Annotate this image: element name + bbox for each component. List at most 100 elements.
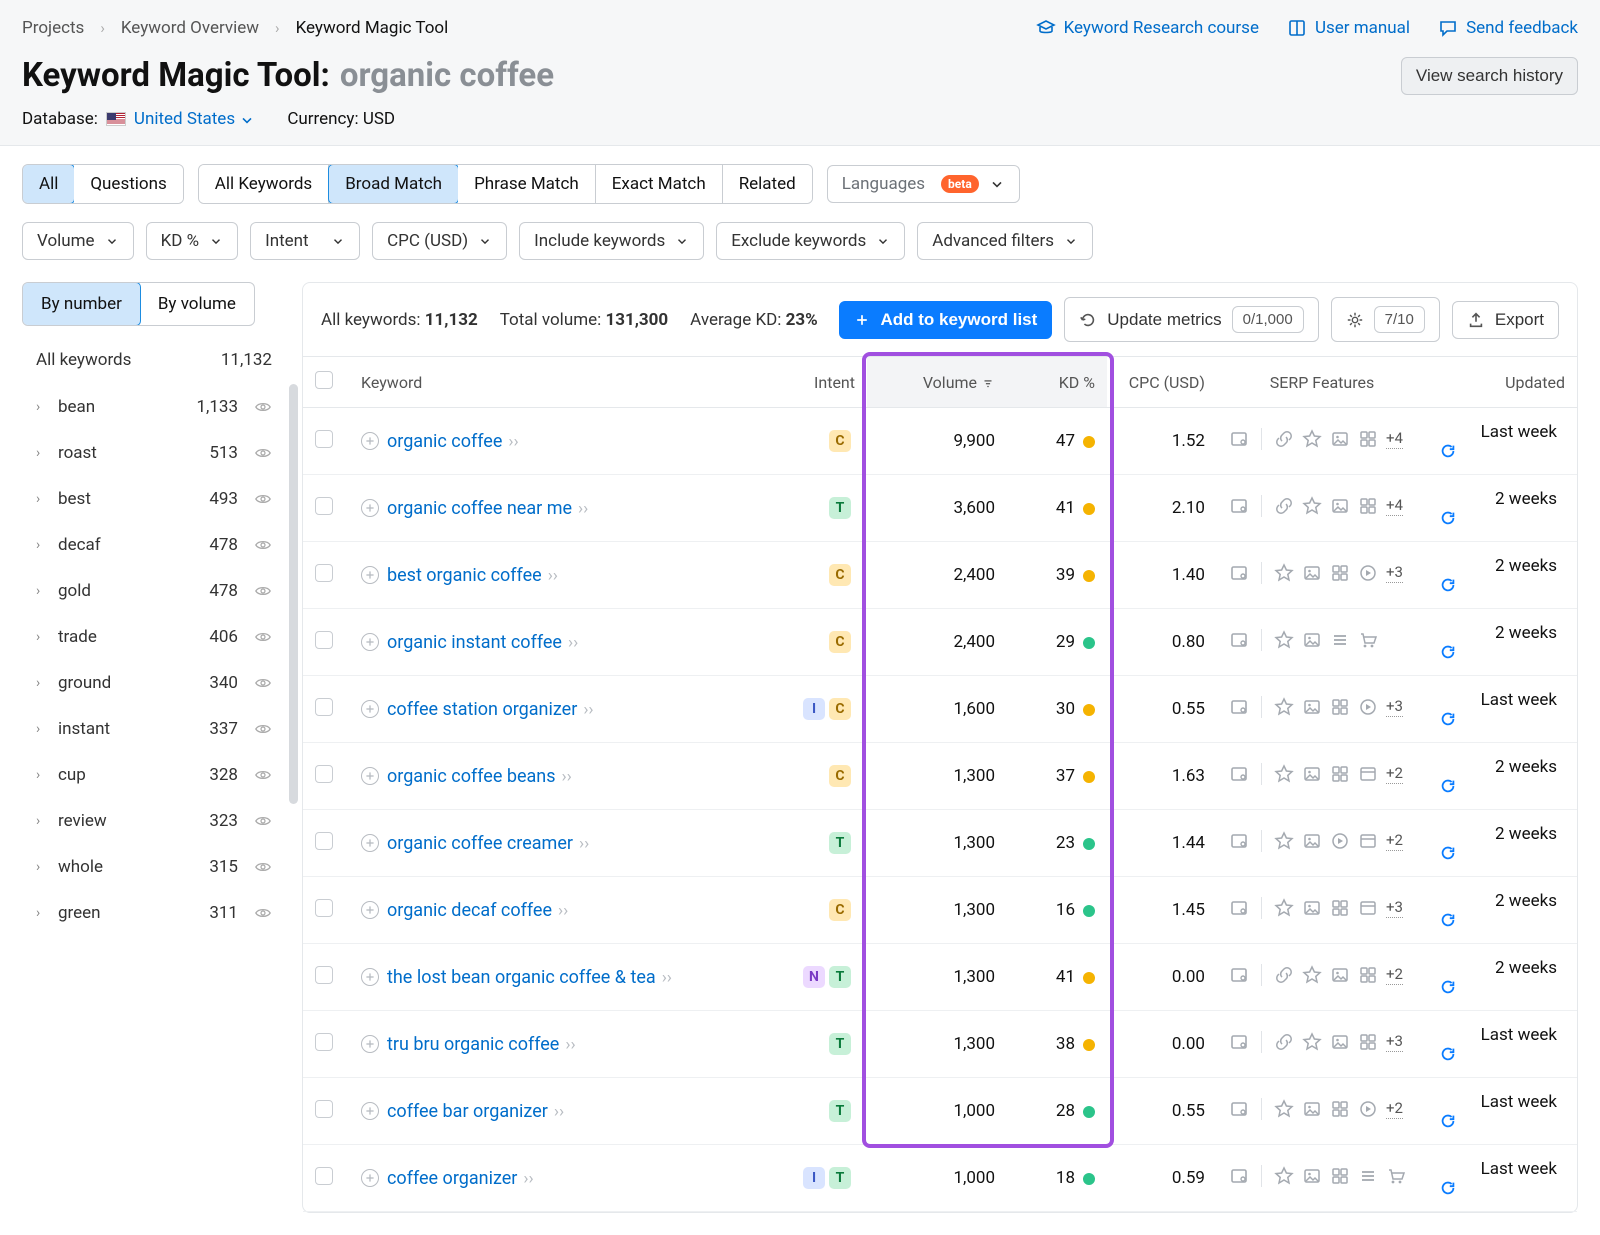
add-keyword-icon[interactable] xyxy=(361,499,379,517)
row-checkbox[interactable] xyxy=(315,497,333,515)
row-checkbox[interactable] xyxy=(315,765,333,783)
row-checkbox[interactable] xyxy=(315,966,333,984)
user-manual-link[interactable]: User manual xyxy=(1287,18,1410,38)
sidebar-scrollbar[interactable] xyxy=(289,384,298,804)
view-search-history-button[interactable]: View search history xyxy=(1401,57,1578,95)
refresh-row-icon[interactable] xyxy=(1439,1179,1565,1197)
serp-box-icon[interactable] xyxy=(1229,697,1249,717)
sidebar-group-item[interactable]: › cup 328 xyxy=(22,752,282,798)
col-serp[interactable]: SERP Features xyxy=(1217,357,1427,408)
cpc-filter[interactable]: CPC (USD) xyxy=(372,222,507,260)
row-checkbox[interactable] xyxy=(315,631,333,649)
include-keywords-filter[interactable]: Include keywords xyxy=(519,222,704,260)
keyword-link[interactable]: organic decaf coffee xyxy=(387,900,552,921)
sidebar-group-item[interactable]: › bean 1,133 xyxy=(22,384,282,430)
row-checkbox[interactable] xyxy=(315,1167,333,1185)
add-keyword-icon[interactable] xyxy=(361,1035,379,1053)
add-keyword-icon[interactable] xyxy=(361,767,379,785)
exclude-keywords-filter[interactable]: Exclude keywords xyxy=(716,222,905,260)
serp-box-icon[interactable] xyxy=(1229,429,1249,449)
row-checkbox[interactable] xyxy=(315,564,333,582)
serp-box-icon[interactable] xyxy=(1229,1032,1249,1052)
refresh-row-icon[interactable] xyxy=(1439,844,1565,862)
row-checkbox[interactable] xyxy=(315,430,333,448)
serp-more[interactable]: +4 xyxy=(1386,496,1403,516)
add-keyword-icon[interactable] xyxy=(361,700,379,718)
serp-box-icon[interactable] xyxy=(1229,563,1249,583)
sidebar-group-item[interactable]: › best 493 xyxy=(22,476,282,522)
row-checkbox[interactable] xyxy=(315,1100,333,1118)
keyword-link[interactable]: coffee organizer xyxy=(387,1168,517,1189)
serp-more[interactable]: +4 xyxy=(1386,429,1403,449)
serp-more[interactable]: +3 xyxy=(1386,898,1403,918)
add-keyword-icon[interactable] xyxy=(361,1102,379,1120)
refresh-row-icon[interactable] xyxy=(1439,710,1565,728)
keyword-link[interactable]: organic coffee xyxy=(387,431,502,452)
keyword-link[interactable]: organic coffee creamer xyxy=(387,833,573,854)
tab-exact-match[interactable]: Exact Match xyxy=(596,165,723,203)
advanced-filters[interactable]: Advanced filters xyxy=(917,222,1093,260)
row-checkbox[interactable] xyxy=(315,1033,333,1051)
col-updated[interactable]: Updated xyxy=(1427,357,1577,408)
columns-settings-button[interactable]: 7/10 xyxy=(1331,297,1440,342)
send-feedback-link[interactable]: Send feedback xyxy=(1438,18,1578,38)
kd-filter[interactable]: KD % xyxy=(146,222,239,260)
serp-box-icon[interactable] xyxy=(1229,1099,1249,1119)
serp-more[interactable]: +2 xyxy=(1386,764,1403,784)
intent-filter[interactable]: Intent xyxy=(250,222,360,260)
col-keyword[interactable]: Keyword xyxy=(349,357,777,408)
breadcrumb-projects[interactable]: Projects xyxy=(22,18,84,38)
tab-phrase-match[interactable]: Phrase Match xyxy=(458,165,596,203)
languages-select[interactable]: Languages beta xyxy=(827,165,1020,203)
row-checkbox[interactable] xyxy=(315,899,333,917)
row-checkbox[interactable] xyxy=(315,832,333,850)
keyword-link[interactable]: coffee station organizer xyxy=(387,699,577,720)
serp-box-icon[interactable] xyxy=(1229,965,1249,985)
keyword-research-course-link[interactable]: Keyword Research course xyxy=(1036,18,1259,38)
tab-broad-match[interactable]: Broad Match xyxy=(328,164,459,204)
serp-box-icon[interactable] xyxy=(1229,1166,1249,1186)
refresh-row-icon[interactable] xyxy=(1439,509,1565,527)
col-intent[interactable]: Intent xyxy=(777,357,867,408)
serp-more[interactable]: +3 xyxy=(1386,563,1403,583)
tab-all[interactable]: All xyxy=(22,164,75,204)
sidebar-group-item[interactable]: › ground 340 xyxy=(22,660,282,706)
database-select[interactable]: United States xyxy=(134,109,255,129)
serp-more[interactable]: +2 xyxy=(1386,965,1403,985)
serp-more[interactable]: +2 xyxy=(1386,831,1403,851)
serp-box-icon[interactable] xyxy=(1229,496,1249,516)
keyword-link[interactable]: coffee bar organizer xyxy=(387,1101,548,1122)
refresh-row-icon[interactable] xyxy=(1439,643,1565,661)
breadcrumb-overview[interactable]: Keyword Overview xyxy=(121,18,259,38)
refresh-row-icon[interactable] xyxy=(1439,442,1565,460)
add-keyword-icon[interactable] xyxy=(361,834,379,852)
sidebar-group-item[interactable]: › review 323 xyxy=(22,798,282,844)
tab-related[interactable]: Related xyxy=(723,165,812,203)
serp-box-icon[interactable] xyxy=(1229,630,1249,650)
tab-questions[interactable]: Questions xyxy=(74,165,182,203)
col-cpc[interactable]: CPC (USD) xyxy=(1107,357,1217,408)
refresh-row-icon[interactable] xyxy=(1439,911,1565,929)
keyword-link[interactable]: tru bru organic coffee xyxy=(387,1034,559,1055)
keyword-link[interactable]: the lost bean organic coffee & tea xyxy=(387,967,656,988)
sidebar-group-item[interactable]: › green 311 xyxy=(22,890,282,936)
sidebar-by-volume[interactable]: By volume xyxy=(140,283,254,325)
keyword-link[interactable]: best organic coffee xyxy=(387,565,542,586)
add-keyword-icon[interactable] xyxy=(361,968,379,986)
sidebar-group-item[interactable]: › gold 478 xyxy=(22,568,282,614)
sidebar-group-item[interactable]: › decaf 478 xyxy=(22,522,282,568)
refresh-row-icon[interactable] xyxy=(1439,576,1565,594)
add-keyword-icon[interactable] xyxy=(361,1169,379,1187)
sidebar-group-item[interactable]: › roast 513 xyxy=(22,430,282,476)
sidebar-by-number[interactable]: By number xyxy=(22,282,141,326)
keyword-link[interactable]: organic instant coffee xyxy=(387,632,562,653)
serp-box-icon[interactable] xyxy=(1229,898,1249,918)
add-keyword-icon[interactable] xyxy=(361,901,379,919)
select-all-checkbox[interactable] xyxy=(315,371,333,389)
add-keyword-icon[interactable] xyxy=(361,432,379,450)
refresh-row-icon[interactable] xyxy=(1439,1045,1565,1063)
export-button[interactable]: Export xyxy=(1452,301,1559,339)
sidebar-group-item[interactable]: › instant 337 xyxy=(22,706,282,752)
add-keyword-icon[interactable] xyxy=(361,566,379,584)
serp-more[interactable]: +3 xyxy=(1386,697,1403,717)
